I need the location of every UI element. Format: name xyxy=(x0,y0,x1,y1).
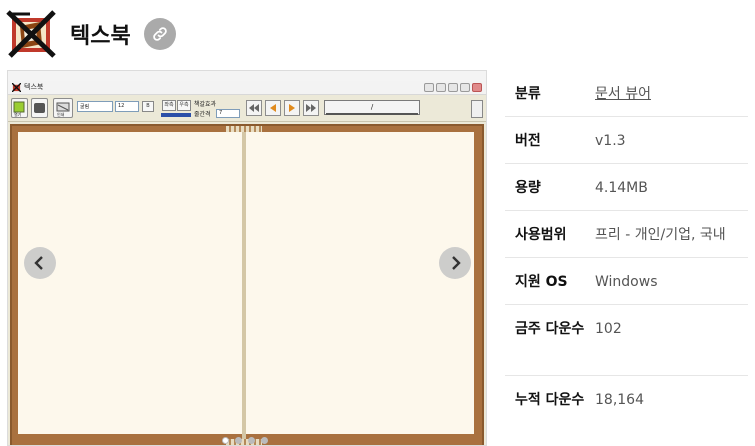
category-link[interactable]: 문서 뷰어 xyxy=(595,70,748,116)
window-maximize-button xyxy=(460,83,470,92)
print-icon: 인쇄 xyxy=(53,98,73,118)
info-value: 102 xyxy=(595,321,622,337)
window-help-button xyxy=(424,83,434,92)
info-label: 버전 xyxy=(515,133,541,149)
align-right-toggle: 우측 xyxy=(177,100,191,111)
left-page xyxy=(18,132,242,434)
page-progress-bar xyxy=(326,113,418,115)
info-value: 프리 - 개인/기업, 국내 xyxy=(595,227,726,243)
app-screenshot: 텍스북 열기 인쇄 굴림 12 B 좌측 우측 책갈효과 줄간격 7 / xyxy=(8,81,486,445)
info-value: Windows xyxy=(595,274,658,290)
gallery-next-button[interactable] xyxy=(439,247,471,279)
window-close-button xyxy=(472,83,482,92)
book-view xyxy=(10,124,484,445)
info-value: 18,164 xyxy=(595,392,644,408)
window-titlebar: 텍스북 xyxy=(8,81,486,95)
toolbar-scroll-handle xyxy=(471,100,483,118)
window-minimize-button xyxy=(448,83,458,92)
right-page xyxy=(246,132,474,434)
info-label: 누적 다운수 xyxy=(515,392,585,408)
copy-link-button[interactable] xyxy=(144,18,176,50)
screenshot-toolbar: 열기 인쇄 굴림 12 B 좌측 우측 책갈효과 줄간격 7 / xyxy=(8,96,486,122)
textbook-logo-icon xyxy=(6,10,56,58)
info-row-total-downloads: 누적 다운수 18,164 xyxy=(505,376,748,446)
info-row-license: 사용범위 프리 - 개인/기업, 국내 xyxy=(505,211,748,258)
bold-toggle: B xyxy=(142,101,154,112)
info-row-category: 분류 문서 뷰어 xyxy=(505,70,748,117)
link-icon xyxy=(153,27,167,41)
gallery-dot[interactable] xyxy=(248,437,255,444)
info-row-version: 버전 v1.3 xyxy=(505,117,748,164)
spine-binding-top xyxy=(226,126,262,132)
window-controls xyxy=(424,83,482,92)
gallery-prev-button[interactable] xyxy=(24,247,56,279)
chevron-left-icon xyxy=(34,256,43,270)
save-file-icon xyxy=(31,98,48,118)
info-label: 사용범위 xyxy=(515,227,567,243)
info-value: 4.14MB xyxy=(595,180,648,196)
line-spacing-label: 줄간격 xyxy=(194,111,211,118)
font-select: 굴림 xyxy=(77,101,113,112)
info-row-os: 지원 OS Windows xyxy=(505,258,748,305)
info-label: 분류 xyxy=(515,86,541,102)
info-label: 용량 xyxy=(515,180,541,196)
app-title: 텍스북 xyxy=(70,24,131,49)
info-row-size: 용량 4.14MB xyxy=(505,164,748,211)
window-app-icon xyxy=(12,83,21,92)
font-size-select: 12 xyxy=(115,101,139,112)
last-page-icon xyxy=(303,100,319,116)
screenshot-gallery: 텍스북 열기 인쇄 굴림 12 B 좌측 우측 책갈효과 줄간격 7 / xyxy=(7,70,487,446)
align-left-toggle: 좌측 xyxy=(162,100,176,111)
open-file-icon: 열기 xyxy=(11,98,28,118)
info-label: 지원 OS xyxy=(515,274,568,290)
svg-text:인쇄: 인쇄 xyxy=(57,111,65,117)
next-page-icon xyxy=(284,100,300,116)
info-row-weekly-downloads: 금주 다운수 102 xyxy=(505,305,748,376)
line-spacing-select: 7 xyxy=(216,109,240,118)
window-option-button xyxy=(436,83,446,92)
gallery-pagination xyxy=(222,437,268,444)
gallery-dot[interactable] xyxy=(261,437,268,444)
info-value: v1.3 xyxy=(595,133,626,149)
info-label: 금주 다운수 xyxy=(515,321,585,337)
info-table: 분류 문서 뷰어 버전 v1.3 용량 4.14MB 사용범위 프리 - 개인/… xyxy=(505,70,748,446)
first-page-icon xyxy=(246,100,262,116)
gallery-dot[interactable] xyxy=(222,437,229,444)
color-bar xyxy=(161,113,191,117)
svg-text:열기: 열기 xyxy=(14,111,22,117)
gallery-dot[interactable] xyxy=(235,437,242,444)
window-title: 텍스북 xyxy=(24,83,44,91)
bookmark-effect-checkbox: 책갈효과 xyxy=(194,101,217,108)
app-header: 텍스북 xyxy=(6,8,306,60)
prev-page-icon xyxy=(265,100,281,116)
chevron-right-icon xyxy=(452,256,461,270)
